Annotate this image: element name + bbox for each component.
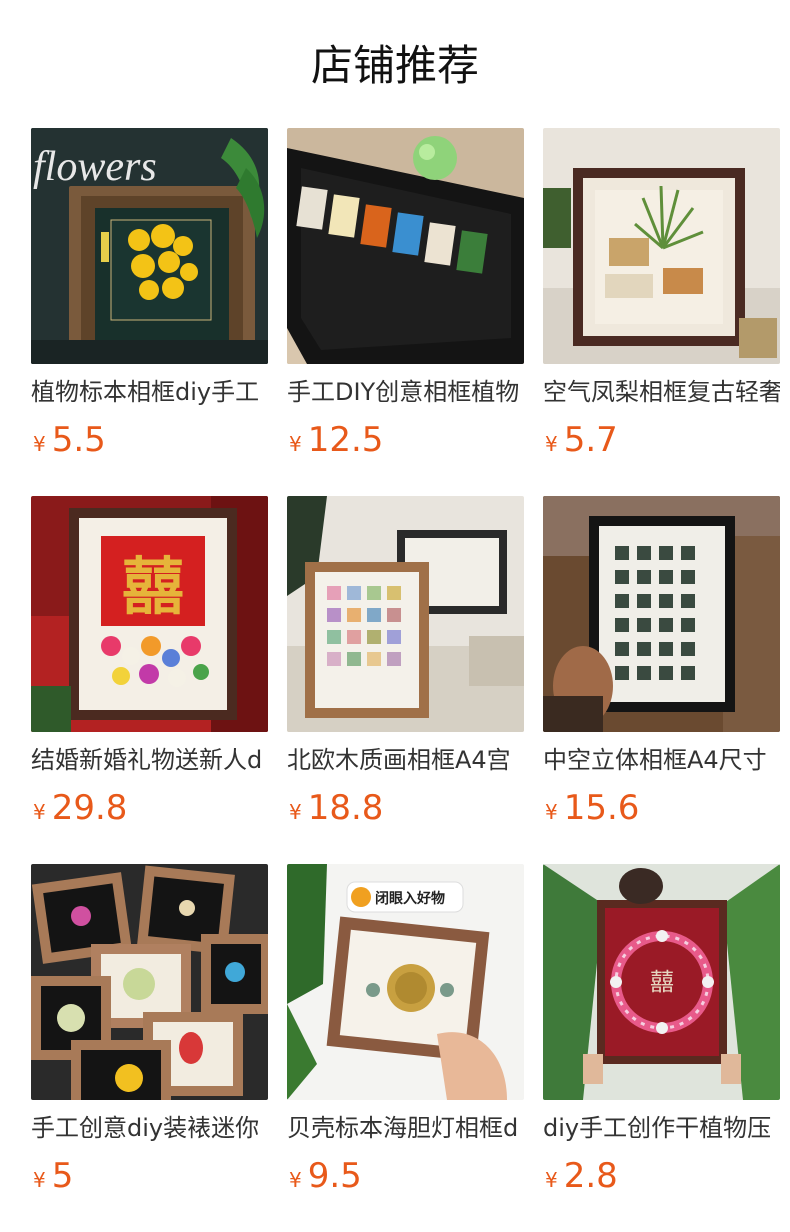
flower-wreath-frame-image: 囍	[543, 864, 780, 1100]
page-title: 店铺推荐	[310, 41, 479, 90]
double-happiness-text: 囍	[122, 550, 184, 623]
product-card[interactable]: 手工DIY创意相框植物 ¥12.5	[287, 128, 524, 468]
product-name[interactable]: 空气凤梨相框复古轻奢	[543, 374, 780, 410]
price-value: 5.7	[563, 420, 618, 460]
product-price: ¥5.7	[545, 418, 618, 462]
price-value: 5	[51, 1156, 74, 1196]
product-image[interactable]	[543, 496, 780, 732]
thumbs-up-icon	[351, 887, 371, 907]
price-value: 18.8	[307, 788, 384, 828]
product-price: ¥2.8	[545, 1154, 618, 1198]
product-image[interactable]	[287, 128, 524, 364]
product-card[interactable]: 闭眼入好物 贝壳标本海胆灯相框d ¥9.5	[287, 864, 524, 1204]
product-price: ¥9.5	[289, 1154, 362, 1198]
product-image[interactable]: 闭眼入好物	[287, 864, 524, 1100]
shadow-box-frame-image	[543, 496, 780, 732]
price-value: 15.6	[563, 788, 640, 828]
product-name[interactable]: diy手工创作干植物压	[543, 1110, 780, 1146]
currency-symbol: ¥	[289, 800, 302, 824]
currency-symbol: ¥	[545, 800, 558, 824]
product-image[interactable]: 囍	[543, 864, 780, 1100]
product-price: ¥18.8	[289, 786, 383, 830]
product-price: ¥15.6	[545, 786, 639, 830]
product-name[interactable]: 贝壳标本海胆灯相框d	[287, 1110, 524, 1146]
promo-badge-text: 闭眼入好物	[375, 890, 445, 907]
sea-urchin-frame-image: 闭眼入好物	[287, 864, 524, 1100]
currency-symbol: ¥	[289, 1168, 302, 1192]
product-card[interactable]: flowers 植物标本相框diy手工 ¥5.5	[31, 128, 268, 468]
double-happiness-text: 囍	[650, 968, 674, 996]
currency-symbol: ¥	[33, 800, 46, 824]
flower-frame-image: flowers	[31, 128, 268, 364]
currency-symbol: ¥	[545, 1168, 558, 1192]
currency-symbol: ¥	[33, 1168, 46, 1192]
product-name[interactable]: 结婚新婚礼物送新人d	[31, 742, 268, 778]
product-name[interactable]: 手工创意diy装裱迷你	[31, 1110, 268, 1146]
price-value: 9.5	[307, 1156, 362, 1196]
currency-symbol: ¥	[545, 432, 558, 456]
product-name[interactable]: 北欧木质画相框A4宫	[287, 742, 524, 778]
product-name[interactable]: 中空立体相框A4尺寸	[543, 742, 780, 778]
price-value: 12.5	[307, 420, 384, 460]
price-value: 2.8	[563, 1156, 618, 1196]
price-value: 29.8	[51, 788, 128, 828]
product-price: ¥29.8	[33, 786, 127, 830]
product-card[interactable]: 中空立体相框A4尺寸 ¥15.6	[543, 496, 780, 836]
air-plant-frame-image	[543, 128, 780, 364]
product-image[interactable]: 囍	[31, 496, 268, 732]
price-value: 5.5	[51, 420, 106, 460]
product-name[interactable]: 手工DIY创意相框植物	[287, 374, 524, 410]
product-card[interactable]: 囍 结婚新婚礼物送新人d ¥29.8	[31, 496, 268, 836]
product-image[interactable]: flowers	[31, 128, 268, 364]
product-image[interactable]	[287, 496, 524, 732]
product-card[interactable]: 手工创意diy装裱迷你 ¥5	[31, 864, 268, 1204]
specimen-strip-frame-image	[287, 128, 524, 364]
specimen-grid-frame-image	[287, 496, 524, 732]
currency-symbol: ¥	[289, 432, 302, 456]
flowers-script-text: flowers	[33, 144, 157, 190]
mini-frames-image	[31, 864, 268, 1100]
product-image[interactable]	[31, 864, 268, 1100]
product-name[interactable]: 植物标本相框diy手工	[31, 374, 268, 410]
product-image[interactable]	[543, 128, 780, 364]
product-card[interactable]: 北欧木质画相框A4宫 ¥18.8	[287, 496, 524, 836]
product-card[interactable]: 空气凤梨相框复古轻奢 ¥5.7	[543, 128, 780, 468]
currency-symbol: ¥	[33, 432, 46, 456]
product-card[interactable]: 囍 diy手工创作干植物压 ¥2.8	[543, 864, 780, 1204]
product-price: ¥12.5	[289, 418, 383, 462]
product-price: ¥5.5	[33, 418, 106, 462]
wedding-frame-image: 囍	[31, 496, 268, 732]
product-price: ¥5	[33, 1154, 73, 1198]
